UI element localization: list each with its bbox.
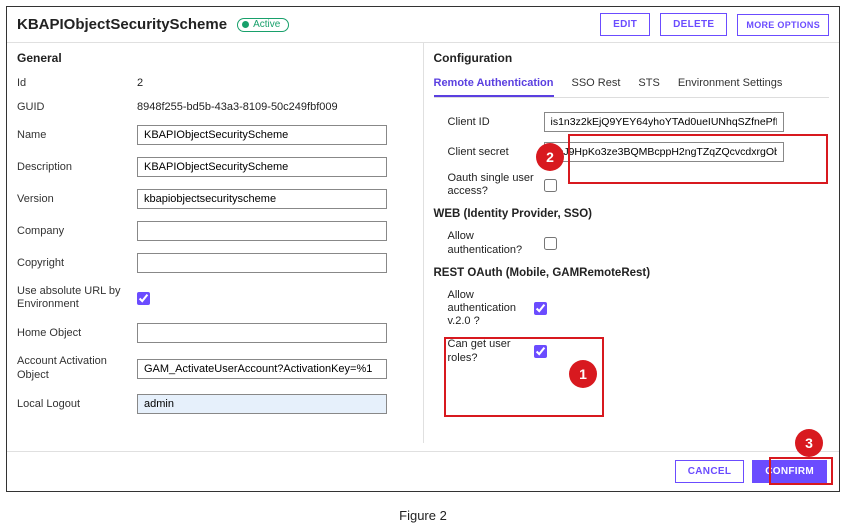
account-activation-label: Account Activation Object: [17, 355, 137, 381]
rest-allow-auth-v2-label: Allow authentication v.2.0 ?: [434, 289, 534, 329]
account-activation-input[interactable]: [137, 359, 387, 379]
field-id: Id 2: [17, 77, 413, 89]
content-area: General Id 2 GUID 8948f255-bd5b-43a3-810…: [7, 43, 839, 443]
cancel-button[interactable]: CANCEL: [675, 460, 744, 483]
tab-remote-authentication[interactable]: Remote Authentication: [434, 77, 554, 97]
field-company: Company: [17, 221, 413, 241]
copyright-input[interactable]: [137, 253, 387, 273]
more-options-button[interactable]: MORE OPTIONS: [737, 14, 829, 36]
id-value: 2: [137, 77, 143, 89]
company-input[interactable]: [137, 221, 387, 241]
field-name: Name: [17, 125, 413, 145]
home-object-label: Home Object: [17, 327, 137, 339]
client-id-input[interactable]: [544, 112, 784, 132]
rest-allow-auth-v2-checkbox[interactable]: [534, 302, 547, 315]
footer-bar: CANCEL CONFIRM: [7, 451, 839, 491]
field-client-secret: Client secret: [434, 142, 830, 162]
web-allow-auth-checkbox[interactable]: [544, 237, 557, 250]
client-id-label: Client ID: [434, 116, 544, 128]
field-version: Version: [17, 189, 413, 209]
company-label: Company: [17, 225, 137, 237]
field-account-activation: Account Activation Object: [17, 355, 413, 381]
name-input[interactable]: [137, 125, 387, 145]
confirm-button[interactable]: CONFIRM: [752, 460, 827, 483]
name-label: Name: [17, 129, 137, 141]
field-oauth-single: Oauth single user access?: [434, 172, 830, 198]
local-logout-input[interactable]: [137, 394, 387, 414]
status-dot-icon: [242, 21, 249, 28]
client-secret-label: Client secret: [434, 146, 544, 158]
web-allow-auth-label: Allow authentication?: [434, 230, 544, 256]
field-local-logout: Local Logout: [17, 394, 413, 414]
header-bar: KBAPIObjectSecurityScheme Active EDIT DE…: [7, 7, 839, 43]
oauth-single-label: Oauth single user access?: [434, 172, 544, 198]
field-web-allow-auth: Allow authentication?: [434, 230, 830, 256]
status-text: Active: [253, 19, 280, 30]
field-client-id: Client ID: [434, 112, 830, 132]
field-rest-can-get-roles: Can get user roles?: [434, 338, 830, 364]
config-tabs: Remote Authentication SSO Rest STS Envir…: [434, 77, 830, 98]
use-absolute-label: Use absolute URL by Environment: [17, 285, 137, 311]
description-label: Description: [17, 161, 137, 173]
use-absolute-checkbox[interactable]: [137, 292, 150, 305]
tab-sts[interactable]: STS: [638, 77, 659, 97]
guid-value: 8948f255-bd5b-43a3-8109-50c249fbf009: [137, 101, 338, 113]
guid-label: GUID: [17, 101, 137, 113]
rest-can-get-roles-label: Can get user roles?: [434, 338, 534, 364]
configuration-panel: Configuration Remote Authentication SSO …: [424, 43, 840, 443]
home-object-input[interactable]: [137, 323, 387, 343]
delete-button[interactable]: DELETE: [660, 13, 727, 36]
copyright-label: Copyright: [17, 257, 137, 269]
description-input[interactable]: [137, 157, 387, 177]
field-use-absolute: Use absolute URL by Environment: [17, 285, 413, 311]
web-subheading: WEB (Identity Provider, SSO): [434, 208, 830, 220]
field-rest-allow-auth-v2: Allow authentication v.2.0 ?: [434, 289, 830, 329]
general-panel: General Id 2 GUID 8948f255-bd5b-43a3-810…: [7, 43, 424, 443]
window: KBAPIObjectSecurityScheme Active EDIT DE…: [6, 6, 840, 492]
version-label: Version: [17, 193, 137, 205]
version-input[interactable]: [137, 189, 387, 209]
tab-sso-rest[interactable]: SSO Rest: [572, 77, 621, 97]
page-title: KBAPIObjectSecurityScheme: [17, 16, 227, 33]
figure-caption: Figure 2: [0, 498, 846, 531]
rest-subheading: REST OAuth (Mobile, GAMRemoteRest): [434, 267, 830, 279]
edit-button[interactable]: EDIT: [600, 13, 650, 36]
id-label: Id: [17, 77, 137, 89]
general-heading: General: [17, 51, 413, 65]
local-logout-label: Local Logout: [17, 398, 137, 410]
field-home-object: Home Object: [17, 323, 413, 343]
field-copyright: Copyright: [17, 253, 413, 273]
field-guid: GUID 8948f255-bd5b-43a3-8109-50c249fbf00…: [17, 101, 413, 113]
rest-can-get-roles-checkbox[interactable]: [534, 345, 547, 358]
client-secret-input[interactable]: [544, 142, 784, 162]
oauth-single-checkbox[interactable]: [544, 179, 557, 192]
status-badge: Active: [237, 18, 289, 32]
tab-environment-settings[interactable]: Environment Settings: [678, 77, 783, 97]
field-description: Description: [17, 157, 413, 177]
configuration-heading: Configuration: [434, 51, 830, 65]
